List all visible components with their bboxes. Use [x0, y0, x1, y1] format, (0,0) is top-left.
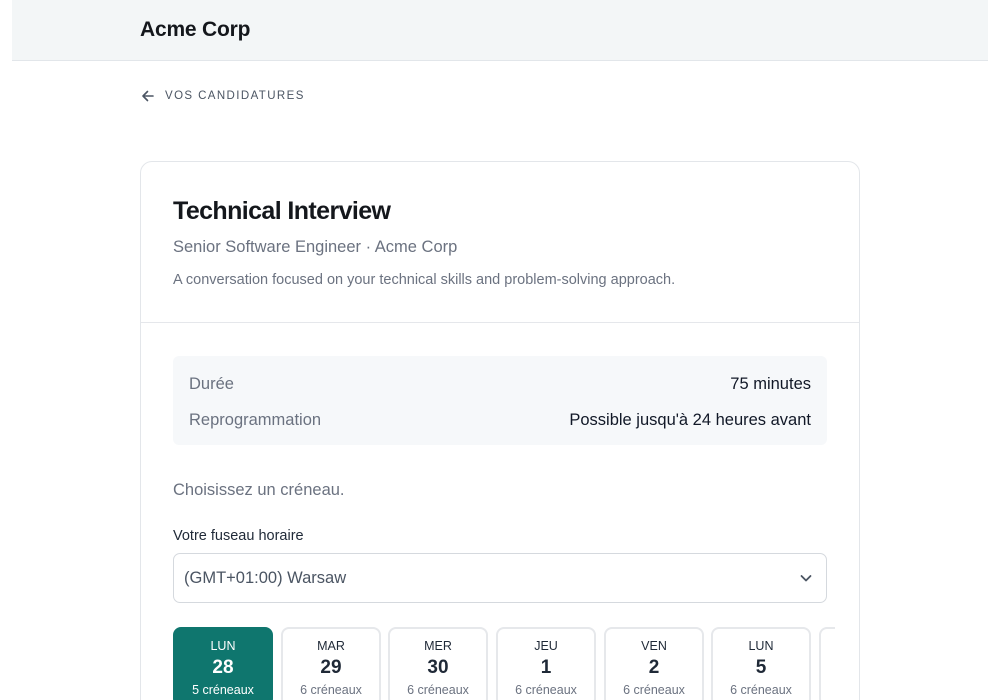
- event-description: A conversation focused on your technical…: [173, 272, 676, 288]
- date-option-partial[interactable]: [819, 627, 835, 700]
- date-slot-count: 5 créneaux: [192, 683, 254, 697]
- date-weekday: LUN: [748, 639, 774, 653]
- detail-value: Possible jusqu'à 24 heures avant: [569, 410, 811, 429]
- date-option[interactable]: LUN 28 5 créneaux: [173, 627, 273, 700]
- date-option[interactable]: JEU 1 6 créneaux: [496, 627, 596, 700]
- detail-label: Reprogrammation: [189, 410, 322, 429]
- detail-row-rescheduling: Reprogrammation Possible jusqu'à 24 heur…: [189, 402, 811, 438]
- event-subtitle: Senior Software Engineer · Acme Corp: [173, 238, 458, 256]
- date-number: 29: [320, 657, 342, 678]
- date-slot-count: 6 créneaux: [730, 683, 792, 697]
- date-weekday: MER: [424, 639, 452, 653]
- date-weekday: LUN: [210, 639, 236, 653]
- brand-name[interactable]: Acme Corp: [140, 18, 250, 42]
- detail-value: 75 minutes: [730, 374, 811, 393]
- timezone-label: Votre fuseau horaire: [173, 528, 304, 544]
- event-header: Technical Interview Senior Software Engi…: [141, 162, 859, 323]
- date-slot-count: 6 créneaux: [623, 683, 685, 697]
- event-title: Technical Interview: [173, 197, 391, 225]
- detail-label: Durée: [189, 374, 234, 393]
- event-details: Durée 75 minutes Reprogrammation Possibl…: [173, 356, 827, 445]
- date-slot-count: 6 créneaux: [300, 683, 362, 697]
- date-weekday: VEN: [641, 639, 667, 653]
- date-number: 30: [427, 657, 449, 678]
- timezone-value: (GMT+01:00) Warsaw: [184, 568, 347, 587]
- back-to-applications-link[interactable]: VOS CANDIDATURES: [140, 87, 305, 105]
- date-number: 2: [648, 657, 660, 678]
- slot-prompt: Choisissez un créneau.: [173, 481, 345, 499]
- date-slot-count: 6 créneaux: [515, 683, 577, 697]
- date-slot-count: 6 créneaux: [407, 683, 469, 697]
- booking-card: Technical Interview Senior Software Engi…: [140, 161, 860, 700]
- chevron-down-icon: [800, 575, 812, 582]
- date-option[interactable]: MAR 29 6 créneaux: [281, 627, 381, 700]
- arrow-left-icon: [142, 90, 154, 102]
- date-number: 1: [540, 657, 552, 678]
- back-link-label: VOS CANDIDATURES: [165, 90, 305, 102]
- date-option[interactable]: VEN 2 6 créneaux: [604, 627, 704, 700]
- date-option[interactable]: MER 30 6 créneaux: [388, 627, 488, 700]
- date-weekday: MAR: [317, 639, 345, 653]
- timezone-select[interactable]: (GMT+01:00) Warsaw: [173, 553, 827, 603]
- date-picker-strip: LUN 28 5 créneaux MAR 29 6 créneaux MER …: [173, 627, 835, 700]
- date-weekday: JEU: [534, 639, 558, 653]
- top-bar: Acme Corp: [12, 0, 988, 61]
- detail-row-duration: Durée 75 minutes: [189, 366, 811, 402]
- date-option[interactable]: LUN 5 6 créneaux: [711, 627, 811, 700]
- date-number: 5: [755, 657, 767, 678]
- date-number: 28: [212, 657, 234, 678]
